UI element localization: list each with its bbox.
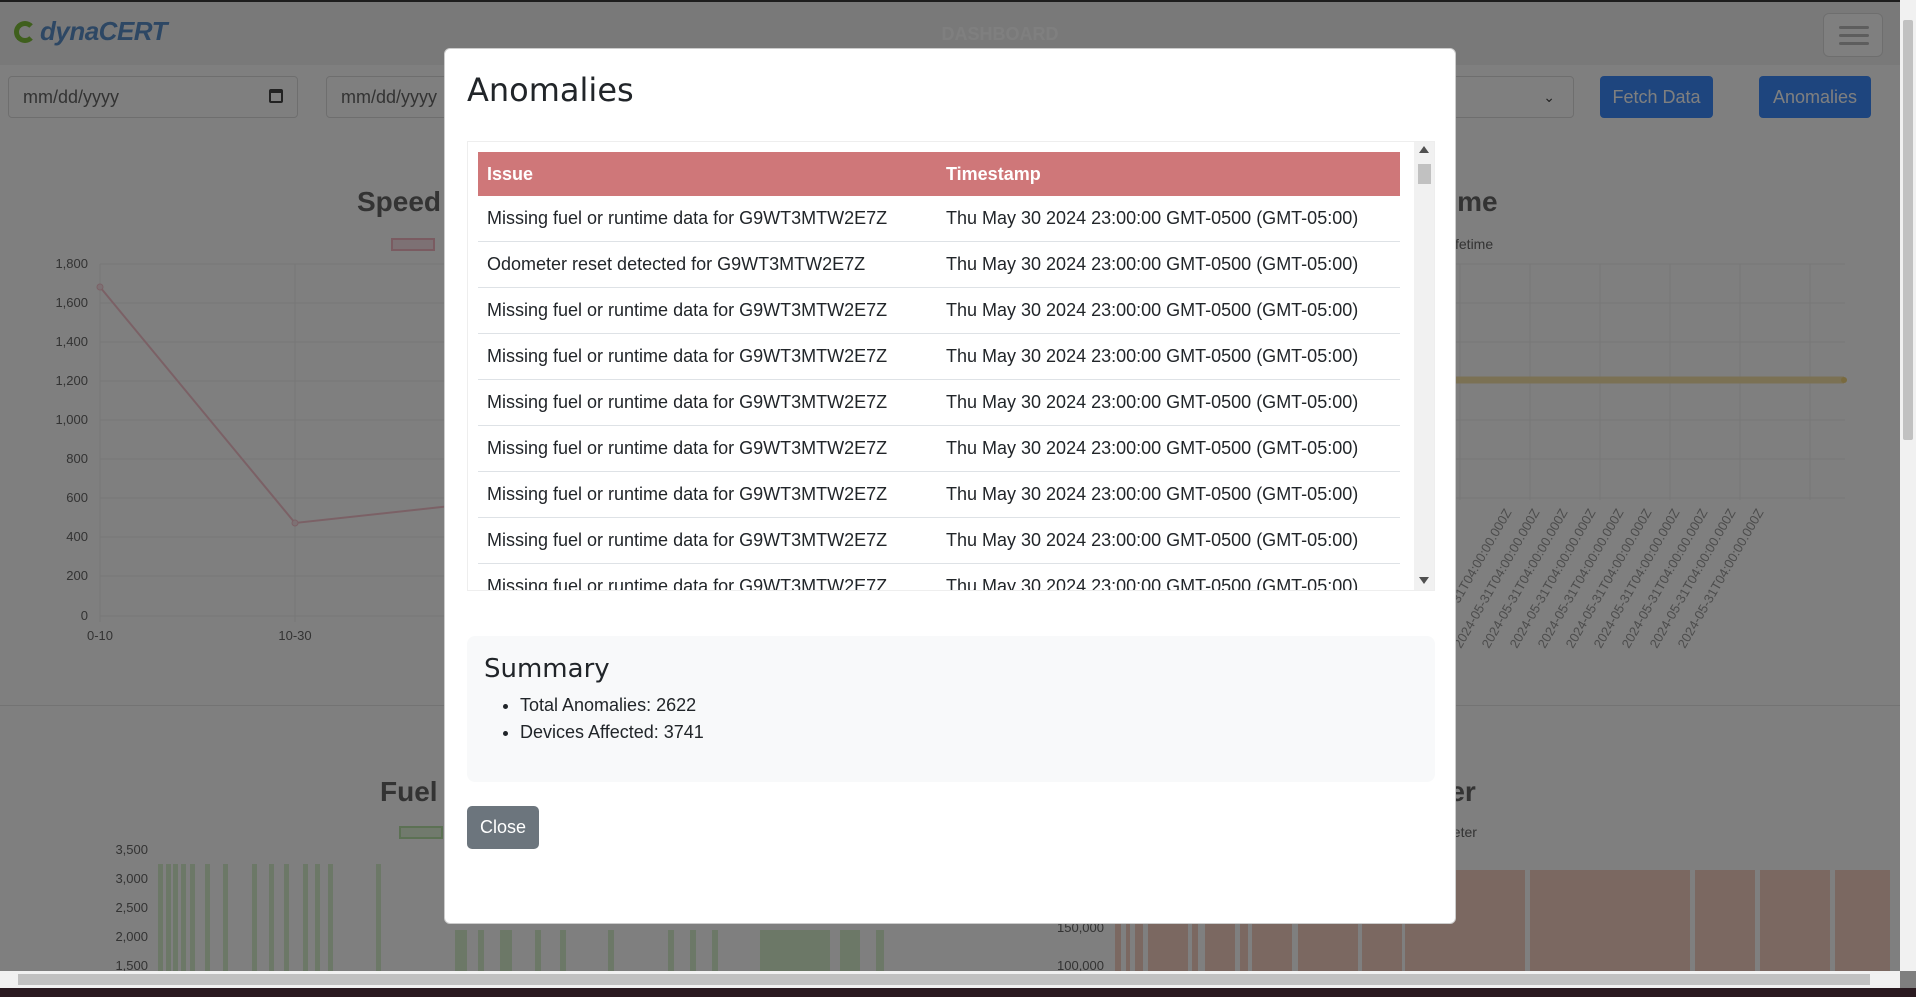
timestamp-cell: Thu May 30 2024 23:00:00 GMT-0500 (GMT-0… (937, 196, 1400, 242)
window-scrollbar-thumb[interactable] (1903, 20, 1913, 440)
timestamp-cell: Thu May 30 2024 23:00:00 GMT-0500 (GMT-0… (937, 241, 1400, 288)
timestamp-cell: Thu May 30 2024 23:00:00 GMT-0500 (GMT-0… (937, 287, 1400, 334)
table-header-row: Issue Timestamp (478, 152, 1400, 196)
table-row: Missing fuel or runtime data for G9WT3MT… (478, 563, 1400, 590)
table-scrollbar-thumb[interactable] (1418, 164, 1431, 184)
summary-list: Total Anomalies: 2622 Devices Affected: … (484, 692, 1418, 746)
window-hscrollbar-thumb[interactable] (18, 974, 1870, 985)
summary-title: Summary (484, 654, 610, 684)
timestamp-cell: Thu May 30 2024 23:00:00 GMT-0500 (GMT-0… (937, 563, 1400, 590)
table-row: Missing fuel or runtime data for G9WT3MT… (478, 287, 1400, 334)
scroll-down-icon[interactable] (1419, 577, 1429, 584)
issue-cell: Missing fuel or runtime data for G9WT3MT… (478, 287, 937, 334)
table-row: Odometer reset detected for G9WT3MTW2E7Z… (478, 241, 1400, 288)
anomalies-modal: Anomalies Issue Timestamp Missing fuel o… (444, 48, 1456, 924)
taskbar-strip (0, 988, 1916, 997)
window-vertical-scrollbar[interactable] (1900, 0, 1916, 971)
timestamp-cell: Thu May 30 2024 23:00:00 GMT-0500 (GMT-0… (937, 425, 1400, 472)
issue-cell: Missing fuel or runtime data for G9WT3MT… (478, 333, 937, 380)
table-row: Missing fuel or runtime data for G9WT3MT… (478, 196, 1400, 242)
table-row: Missing fuel or runtime data for G9WT3MT… (478, 379, 1400, 426)
table-row: Missing fuel or runtime data for G9WT3MT… (478, 425, 1400, 472)
anomalies-table-container[interactable]: Issue Timestamp Missing fuel or runtime … (467, 141, 1435, 591)
table-row: Missing fuel or runtime data for G9WT3MT… (478, 471, 1400, 518)
close-button[interactable]: Close (467, 806, 539, 849)
table-scrollbar[interactable] (1414, 142, 1434, 590)
column-header-issue: Issue (478, 152, 937, 196)
timestamp-cell: Thu May 30 2024 23:00:00 GMT-0500 (GMT-0… (937, 471, 1400, 518)
issue-cell: Missing fuel or runtime data for G9WT3MT… (478, 425, 937, 472)
issue-cell: Missing fuel or runtime data for G9WT3MT… (478, 196, 937, 242)
issue-cell: Missing fuel or runtime data for G9WT3MT… (478, 517, 937, 564)
window-horizontal-scrollbar[interactable] (0, 971, 1900, 988)
timestamp-cell: Thu May 30 2024 23:00:00 GMT-0500 (GMT-0… (937, 333, 1400, 380)
issue-cell: Missing fuel or runtime data for G9WT3MT… (478, 379, 937, 426)
issue-cell: Missing fuel or runtime data for G9WT3MT… (478, 471, 937, 518)
table-row: Missing fuel or runtime data for G9WT3MT… (478, 517, 1400, 564)
summary-panel: Summary Total Anomalies: 2622 Devices Af… (467, 636, 1435, 782)
timestamp-cell: Thu May 30 2024 23:00:00 GMT-0500 (GMT-0… (937, 379, 1400, 426)
column-header-timestamp: Timestamp (937, 152, 1400, 196)
issue-cell: Missing fuel or runtime data for G9WT3MT… (478, 563, 937, 590)
timestamp-cell: Thu May 30 2024 23:00:00 GMT-0500 (GMT-0… (937, 517, 1400, 564)
summary-total-anomalies: Total Anomalies: 2622 (520, 692, 1418, 719)
issue-cell: Odometer reset detected for G9WT3MTW2E7Z (478, 241, 937, 288)
modal-title: Anomalies (467, 71, 634, 109)
scroll-up-icon[interactable] (1419, 146, 1429, 153)
summary-devices-affected: Devices Affected: 3741 (520, 719, 1418, 746)
anomalies-table: Issue Timestamp Missing fuel or runtime … (478, 152, 1400, 590)
table-row: Missing fuel or runtime data for G9WT3MT… (478, 333, 1400, 380)
